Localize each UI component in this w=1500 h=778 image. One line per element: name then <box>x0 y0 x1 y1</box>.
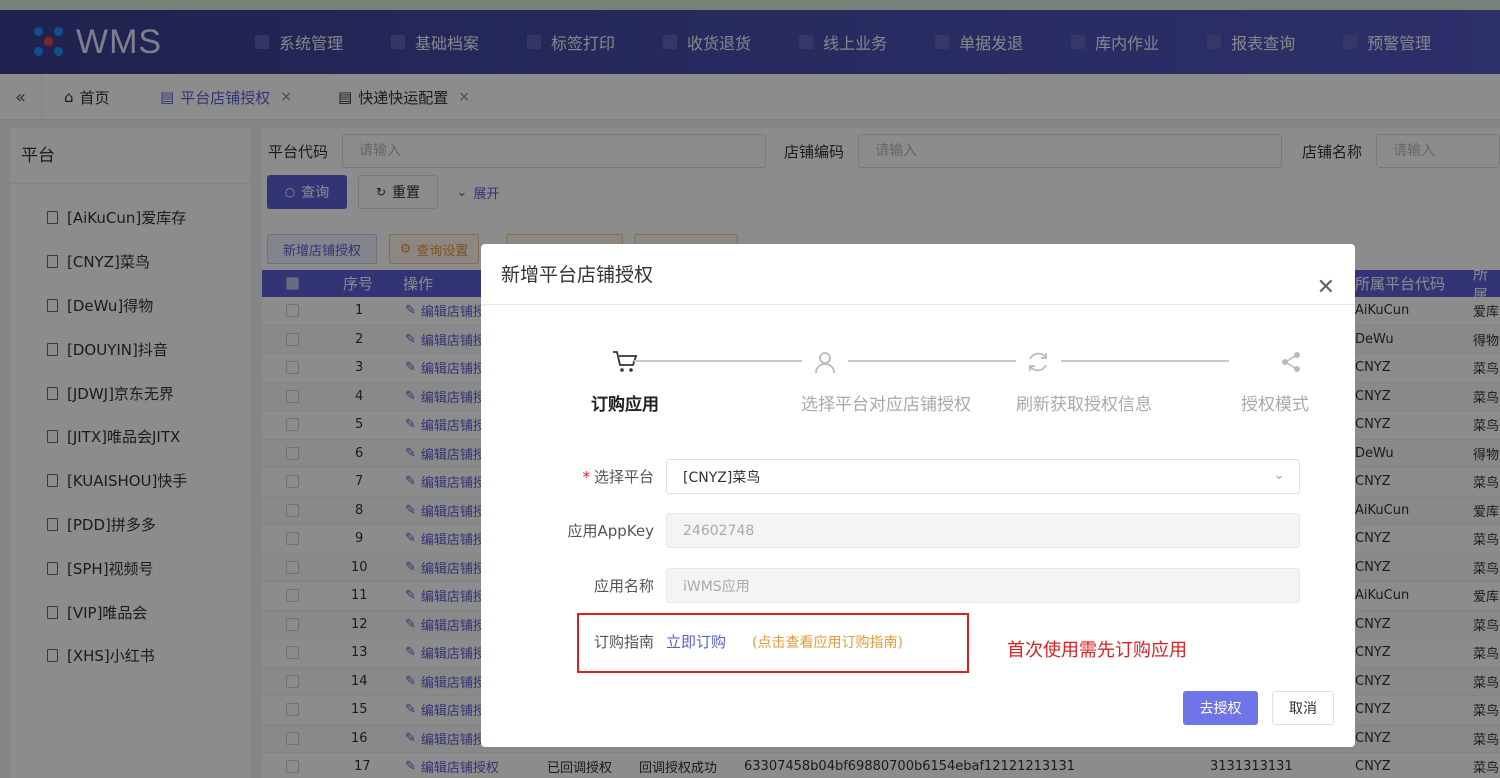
app-name-field[interactable]: iWMS应用 <box>666 568 1300 603</box>
step-subscribe-app: 订购应用 <box>585 344 665 415</box>
step-select-shop: 选择平台对应店铺授权 <box>801 344 981 415</box>
appkey-row: 应用AppKey 24602748 <box>566 513 1300 548</box>
appkey-label: 应用AppKey <box>567 522 655 540</box>
platform-select-value: [CNYZ]菜鸟 <box>683 469 761 486</box>
authorize-button[interactable]: 去授权 <box>1183 691 1258 725</box>
cart-icon <box>585 344 665 380</box>
dialog-divider <box>481 304 1355 305</box>
step-label: 选择平台对应店铺授权 <box>801 395 971 415</box>
step-auth-mode: 授权模式 <box>1229 344 1309 415</box>
platform-select[interactable]: [CNYZ]菜鸟 ⌄ <box>666 459 1300 494</box>
step-refresh-auth: 刷新获取授权信息 <box>1016 344 1161 415</box>
step-label: 订购应用 <box>591 395 659 415</box>
cancel-button[interactable]: 取消 <box>1272 691 1334 725</box>
step-label: 刷新获取授权信息 <box>1016 395 1152 415</box>
user-icon <box>801 344 981 380</box>
step-connector <box>1061 360 1229 362</box>
step-connector <box>848 360 1016 362</box>
refresh-icon <box>1016 344 1161 380</box>
appkey-field[interactable]: 24602748 <box>666 513 1300 548</box>
step-connector <box>634 360 802 362</box>
close-icon[interactable]: ✕ <box>1317 277 1335 299</box>
annotation-note: 首次使用需先订购应用 <box>1007 640 1187 661</box>
chevron-down-icon: ⌄ <box>1273 467 1285 483</box>
highlight-box <box>577 613 969 673</box>
share-icon <box>1229 344 1309 380</box>
app-name-label: 应用名称 <box>593 577 654 595</box>
platform-select-label: * 选择平台 <box>582 468 654 486</box>
add-shop-auth-dialog: 新增平台店铺授权 ✕ 订购应用 选择平台对应店铺授权 刷新获取授权信息 授权模式… <box>481 244 1355 747</box>
platform-select-row: * 选择平台 [CNYZ]菜鸟 ⌄ <box>566 459 1300 494</box>
app-name-row: 应用名称 iWMS应用 <box>566 568 1300 603</box>
step-label: 授权模式 <box>1241 395 1309 415</box>
dialog-title: 新增平台店铺授权 <box>501 264 654 286</box>
label-text: 选择平台 <box>593 468 654 486</box>
